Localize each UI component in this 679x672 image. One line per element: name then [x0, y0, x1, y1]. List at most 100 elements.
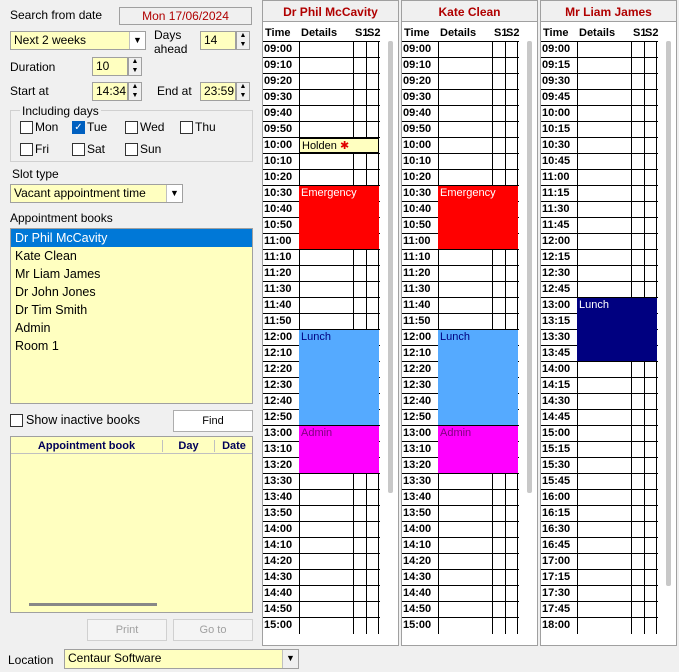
slot-cell-d[interactable]: [577, 154, 631, 170]
slot-cell-s1[interactable]: [631, 554, 644, 570]
slot-cell-s1[interactable]: [353, 586, 366, 602]
slot-cell-s2[interactable]: [505, 90, 518, 106]
appointment-block[interactable]: Admin: [438, 426, 518, 473]
slot-cell-s2[interactable]: [505, 554, 518, 570]
slot-cell-d[interactable]: [577, 74, 631, 90]
diary-time-slot[interactable]: 17:00: [541, 553, 658, 570]
diary-time-slot[interactable]: 13:50: [402, 505, 519, 522]
slot-cell-s2[interactable]: [366, 490, 379, 506]
slot-cell-s2[interactable]: [366, 154, 379, 170]
diary-time-slot[interactable]: 10:45: [541, 153, 658, 170]
slot-cell-s1[interactable]: [631, 570, 644, 586]
show-inactive-checkbox[interactable]: [10, 414, 23, 427]
results-header-book[interactable]: Appointment book: [11, 440, 163, 452]
diary-time-slot[interactable]: 09:50: [263, 121, 380, 138]
diary-column-title[interactable]: Kate Clean: [402, 1, 537, 22]
diary-time-slot[interactable]: 13:40: [263, 489, 380, 506]
slot-cell-s2[interactable]: [366, 250, 379, 266]
slot-cell-s1[interactable]: [353, 618, 366, 634]
diary-time-slot[interactable]: 14:45: [541, 409, 658, 426]
slot-cell-d[interactable]: [577, 90, 631, 106]
diary-time-slot[interactable]: 10:10: [263, 153, 380, 170]
slot-cell-s1[interactable]: [492, 42, 505, 58]
slot-cell-s1[interactable]: [492, 586, 505, 602]
slot-cell-s1[interactable]: [492, 474, 505, 490]
appointment-books-list[interactable]: Dr Phil McCavity Kate Clean Mr Liam James D…: [10, 228, 253, 404]
diary-time-slot[interactable]: 13:40: [402, 489, 519, 506]
results-horizontal-scrollbar[interactable]: [29, 603, 157, 606]
slot-cell-s1[interactable]: [353, 58, 366, 74]
slot-cell-s2[interactable]: [505, 58, 518, 74]
slot-cell-s2[interactable]: [366, 106, 379, 122]
slot-cell-d[interactable]: [299, 570, 353, 586]
slot-cell-d[interactable]: [438, 58, 492, 74]
slot-cell-s2[interactable]: [505, 282, 518, 298]
slot-cell-s1[interactable]: [492, 570, 505, 586]
diary-column-title[interactable]: Dr Phil McCavity: [263, 1, 398, 22]
slot-cell-s1[interactable]: [631, 154, 644, 170]
day-checkbox-thu[interactable]: [180, 121, 193, 134]
diary-time-slot[interactable]: 15:00: [402, 617, 519, 634]
diary-time-slot[interactable]: 14:40: [402, 585, 519, 602]
slot-cell-d[interactable]: [438, 586, 492, 602]
slot-cell-s1[interactable]: [353, 298, 366, 314]
slot-cell-s2[interactable]: [644, 154, 657, 170]
slot-cell-s2[interactable]: [366, 602, 379, 618]
diary-time-slot[interactable]: 12:00: [541, 233, 658, 250]
slot-cell-s2[interactable]: [366, 554, 379, 570]
slot-cell-s1[interactable]: [631, 186, 644, 202]
slot-cell-s2[interactable]: [644, 138, 657, 154]
slot-cell-d[interactable]: [299, 74, 353, 90]
slot-cell-s2[interactable]: [505, 618, 518, 634]
diary-time-slot[interactable]: 11:00: [541, 169, 658, 186]
slot-cell-d[interactable]: [577, 266, 631, 282]
diary-time-slot[interactable]: 14:30: [263, 569, 380, 586]
slot-cell-d[interactable]: [438, 170, 492, 186]
slot-cell-s2[interactable]: [644, 506, 657, 522]
slot-cell-s2[interactable]: [505, 586, 518, 602]
diary-time-slot[interactable]: 10:30: [541, 137, 658, 154]
slot-cell-s2[interactable]: [644, 234, 657, 250]
diary-time-slot[interactable]: 09:10: [263, 57, 380, 74]
slot-cell-d[interactable]: [299, 282, 353, 298]
slot-cell-s2[interactable]: [366, 618, 379, 634]
slot-cell-s2[interactable]: [644, 474, 657, 490]
slot-cell-s2[interactable]: [505, 522, 518, 538]
slot-cell-s1[interactable]: [631, 42, 644, 58]
slot-cell-d[interactable]: [299, 122, 353, 138]
slot-cell-s2[interactable]: [644, 522, 657, 538]
slot-cell-d[interactable]: [577, 122, 631, 138]
slot-cell-s1[interactable]: [631, 362, 644, 378]
diary-time-slot[interactable]: 15:15: [541, 441, 658, 458]
appointment-block[interactable]: Lunch: [577, 298, 657, 361]
slot-cell-s1[interactable]: [492, 170, 505, 186]
book-list-item[interactable]: Dr Tim Smith: [11, 301, 252, 319]
diary-time-slot[interactable]: 15:30: [541, 457, 658, 474]
slot-cell-s1[interactable]: [353, 266, 366, 282]
slot-cell-d[interactable]: [299, 42, 353, 58]
slot-cell-d[interactable]: [577, 186, 631, 202]
slot-cell-s1[interactable]: [492, 90, 505, 106]
slot-cell-s1[interactable]: [353, 570, 366, 586]
slot-cell-d[interactable]: [299, 490, 353, 506]
slot-cell-d[interactable]: [299, 170, 353, 186]
diary-time-slot[interactable]: 13:50: [263, 505, 380, 522]
slot-cell-s2[interactable]: [366, 298, 379, 314]
slot-cell-s1[interactable]: [353, 74, 366, 90]
slot-cell-s2[interactable]: [644, 202, 657, 218]
search-from-date-field[interactable]: Mon 17/06/2024: [119, 7, 252, 25]
diary-time-slot[interactable]: 11:20: [263, 265, 380, 282]
slot-cell-d[interactable]: [438, 314, 492, 330]
diary-time-slot[interactable]: 17:15: [541, 569, 658, 586]
slot-cell-s2[interactable]: [366, 282, 379, 298]
day-checkbox-sun[interactable]: [125, 143, 138, 156]
diary-time-slot[interactable]: 09:00: [263, 41, 380, 58]
slot-cell-d[interactable]: [577, 362, 631, 378]
slot-cell-d[interactable]: [577, 378, 631, 394]
diary-time-slot[interactable]: 18:00: [541, 617, 658, 634]
slot-cell-d[interactable]: [438, 298, 492, 314]
slot-cell-s2[interactable]: [505, 42, 518, 58]
diary-time-slot[interactable]: 10:20: [263, 169, 380, 186]
diary-time-slot[interactable]: 11:50: [263, 313, 380, 330]
slot-cell-s1[interactable]: [353, 90, 366, 106]
